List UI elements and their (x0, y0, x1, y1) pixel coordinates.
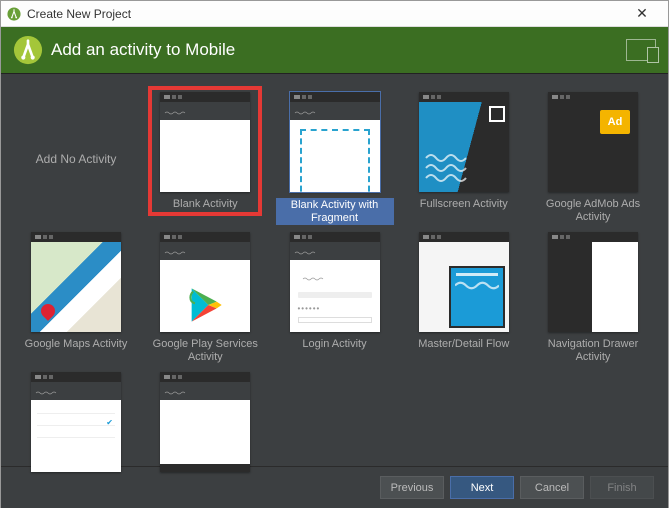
window-title: Create New Project (27, 7, 622, 21)
maps-thumb (31, 232, 121, 332)
fullscreen-icon (489, 106, 505, 122)
master-detail-thumb (419, 232, 509, 332)
wizard-header: Add an activity to Mobile (1, 27, 668, 73)
finish-button[interactable]: Finish (590, 476, 654, 499)
fullscreen-thumb (419, 92, 509, 192)
activity-option-maps[interactable]: Google Maps Activity (17, 232, 135, 366)
activity-label: Google AdMob Ads Activity (534, 198, 652, 223)
dialog-window: Create New Project ✕ Add an activity to … (0, 0, 669, 508)
blank-activity-thumb (160, 92, 250, 192)
nav-drawer-thumb (548, 232, 638, 332)
android-studio-icon (7, 7, 21, 21)
next-button[interactable]: Next (450, 476, 514, 499)
activity-gallery: Add No Activity Blank Activity Blank Act… (1, 73, 668, 466)
activity-option-none[interactable]: Add No Activity (17, 92, 135, 226)
activity-option-login[interactable]: •••••• Login Activity (276, 232, 394, 366)
activity-option-blank[interactable]: Blank Activity (146, 92, 264, 226)
activity-option-fullscreen[interactable]: Fullscreen Activity (405, 92, 523, 226)
titlebar: Create New Project ✕ (1, 1, 668, 27)
previous-button[interactable]: Previous (380, 476, 444, 499)
activity-label: Fullscreen Activity (405, 198, 523, 211)
activity-label: Navigation Drawer Activity (534, 338, 652, 363)
activity-option-admob[interactable]: Ad Google AdMob Ads Activity (534, 92, 652, 226)
play-store-icon (185, 285, 225, 325)
activity-option-blank-fragment[interactable]: Blank Activity with Fragment (276, 92, 394, 226)
map-pin-icon (38, 301, 58, 321)
activity-label: Blank Activity with Fragment (276, 198, 394, 225)
page-title: Add an activity to Mobile (51, 40, 626, 60)
activity-label: Master/Detail Flow (405, 338, 523, 351)
activity-option-play-services[interactable]: Google Play Services Activity (146, 232, 264, 366)
close-icon[interactable]: ✕ (622, 5, 662, 22)
tabbed-thumb (160, 372, 250, 472)
blank-fragment-thumb (290, 92, 380, 192)
cancel-button[interactable]: Cancel (520, 476, 584, 499)
play-services-thumb (160, 232, 250, 332)
ad-badge-icon: Ad (600, 110, 630, 134)
settings-thumb: ✔ (31, 372, 121, 472)
activity-option-master-detail[interactable]: Master/Detail Flow (405, 232, 523, 366)
android-studio-logo-icon (13, 35, 43, 65)
login-thumb: •••••• (290, 232, 380, 332)
wizard-footer: Previous Next Cancel Finish (1, 466, 668, 508)
activity-option-settings[interactable]: ✔ (17, 372, 135, 472)
activity-option-nav-drawer[interactable]: Navigation Drawer Activity (534, 232, 652, 366)
activity-label: Google Maps Activity (17, 338, 135, 351)
admob-thumb: Ad (548, 92, 638, 192)
activity-label: Google Play Services Activity (146, 338, 264, 363)
no-activity-label: Add No Activity (17, 92, 135, 226)
form-factors-icon (626, 39, 656, 61)
activity-label: Blank Activity (146, 198, 264, 211)
activity-label: Login Activity (276, 338, 394, 351)
activity-option-tabbed[interactable] (146, 372, 264, 472)
